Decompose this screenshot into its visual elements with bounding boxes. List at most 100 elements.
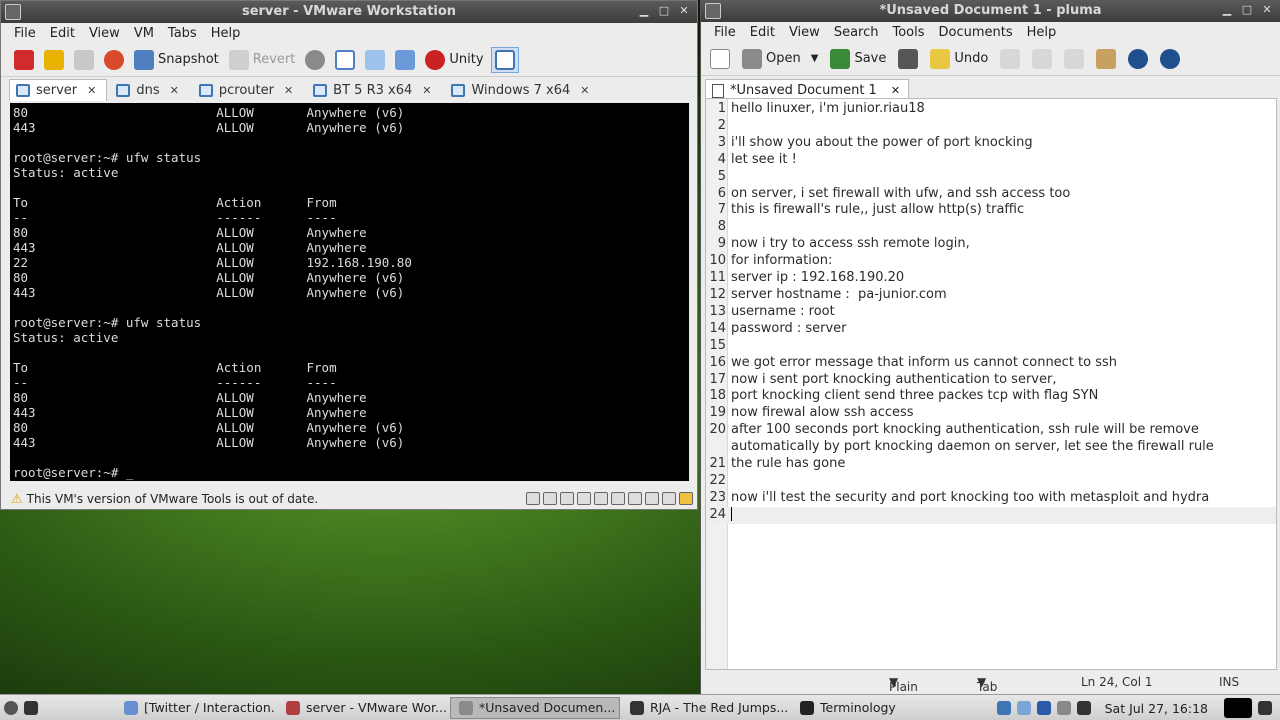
- menu-edit[interactable]: Edit: [743, 25, 782, 40]
- editor-line[interactable]: 2: [706, 118, 1276, 135]
- editor-line[interactable]: automatically by port knocking daemon on…: [706, 439, 1276, 456]
- tab-pcrouter[interactable]: pcrouter ✕: [192, 79, 304, 101]
- printer-icon[interactable]: [594, 492, 608, 505]
- taskbar-item[interactable]: RJA - The Red Jumps...: [622, 697, 790, 719]
- close-icon[interactable]: ✕: [87, 84, 96, 97]
- undo-button[interactable]: Undo: [927, 46, 991, 72]
- menu-file[interactable]: File: [7, 26, 43, 41]
- menu-edit[interactable]: Edit: [43, 26, 82, 41]
- network-icon[interactable]: [996, 701, 1011, 715]
- editor-line[interactable]: 14 password : server: [706, 321, 1276, 338]
- menu-view[interactable]: View: [82, 26, 127, 41]
- quick-switch-button[interactable]: [362, 47, 388, 73]
- tab-bt5[interactable]: BT 5 R3 x64 ✕: [306, 79, 442, 101]
- editor-line[interactable]: 9 now i try to access ssh remote login,: [706, 236, 1276, 253]
- close-icon[interactable]: ✕: [422, 84, 431, 97]
- editor-line[interactable]: 24: [706, 506, 1276, 524]
- language-selector[interactable]: Plain Text ▼: [889, 675, 918, 708]
- tab-dns[interactable]: dns ✕: [109, 79, 189, 101]
- minimize-icon[interactable]: ▁: [637, 4, 651, 18]
- cut-button[interactable]: [1029, 46, 1055, 72]
- editor-line[interactable]: 12 server hostname : pa-junior.com: [706, 287, 1276, 304]
- weather-icon[interactable]: [1016, 701, 1031, 715]
- power-on-button[interactable]: [71, 47, 97, 73]
- editor-line[interactable]: 4 let see it !: [706, 152, 1276, 169]
- editor-line[interactable]: 7 this is firewall's rule,, just allow ht…: [706, 202, 1276, 219]
- editor-line[interactable]: 10 for information:: [706, 253, 1276, 270]
- menu-view[interactable]: View: [782, 25, 827, 40]
- revert-button[interactable]: Revert: [226, 47, 299, 73]
- editor-line[interactable]: 3 i'll show you about the power of port k…: [706, 135, 1276, 152]
- editor-line[interactable]: 6 on server, i set firewall with ufw, and…: [706, 186, 1276, 203]
- save-button[interactable]: Save: [827, 46, 889, 72]
- editor-line[interactable]: 8: [706, 219, 1276, 236]
- menu-tabs[interactable]: Tabs: [161, 26, 204, 41]
- close-icon[interactable]: ✕: [170, 84, 179, 97]
- menu-file[interactable]: File: [707, 25, 743, 40]
- menu-documents[interactable]: Documents: [932, 25, 1020, 40]
- network-icon[interactable]: [526, 492, 540, 505]
- close-icon[interactable]: ✕: [284, 84, 293, 97]
- vm-settings-icon[interactable]: [662, 492, 676, 505]
- editor-line[interactable]: 19 now firewal alow ssh access: [706, 405, 1276, 422]
- workspace-switcher[interactable]: [1224, 698, 1252, 718]
- power-icon[interactable]: [1056, 701, 1071, 715]
- tab-windows7[interactable]: Windows 7 x64 ✕: [444, 79, 600, 101]
- display-icon[interactable]: [628, 492, 642, 505]
- menu-tools[interactable]: Tools: [885, 25, 931, 40]
- fullscreen-button[interactable]: [392, 47, 418, 73]
- suspend-button[interactable]: [41, 47, 67, 73]
- editor-line[interactable]: 17 now i sent port knocking authenticatio…: [706, 372, 1276, 389]
- editor-line[interactable]: 22: [706, 473, 1276, 490]
- editor-line[interactable]: 16 we got error message that inform us ca…: [706, 355, 1276, 372]
- close-icon[interactable]: ✕: [677, 4, 691, 18]
- taskbar-item[interactable]: *Unsaved Documen...: [450, 696, 620, 719]
- editor-line[interactable]: 5: [706, 169, 1276, 186]
- harddisk-icon[interactable]: [645, 492, 659, 505]
- power-off-button[interactable]: [11, 47, 37, 73]
- snapshot-button[interactable]: Snapshot: [131, 47, 222, 73]
- pluma-titlebar[interactable]: *Unsaved Document 1 - pluma ▁ □ ✕: [701, 0, 1280, 22]
- taskbar-item[interactable]: Terminology: [792, 697, 902, 719]
- editor-line[interactable]: 21 the rule has gone: [706, 456, 1276, 473]
- vm-console[interactable]: 80 ALLOW Anywhere (v6) 443 ALLOW Anywhere…: [10, 103, 689, 481]
- bluetooth-icon[interactable]: [1036, 701, 1051, 715]
- taskbar-item[interactable]: [Twitter / Interaction...: [116, 697, 276, 719]
- editor-line[interactable]: 13 username : root: [706, 304, 1276, 321]
- redo-button[interactable]: [997, 46, 1023, 72]
- menu-launcher[interactable]: [0, 697, 42, 719]
- sidebar-toggle-button[interactable]: [332, 47, 358, 73]
- new-button[interactable]: [707, 46, 733, 72]
- paste-button[interactable]: [1093, 46, 1119, 72]
- trash-icon[interactable]: [1258, 701, 1272, 715]
- taskbar-item[interactable]: server - VMware Wor...: [278, 697, 448, 719]
- open-button[interactable]: Open ▼: [739, 46, 821, 72]
- message-icon[interactable]: [679, 492, 693, 505]
- sound-icon[interactable]: [611, 492, 625, 505]
- menu-vm[interactable]: VM: [127, 26, 161, 41]
- text-editor[interactable]: 1 hello linuxer, i'm junior.riau18 2 3 i'll …: [705, 98, 1277, 670]
- snapshot-manager-button[interactable]: [302, 47, 328, 73]
- close-icon[interactable]: ✕: [580, 84, 589, 97]
- editor-line[interactable]: 15: [706, 338, 1276, 355]
- floppy-icon[interactable]: [560, 492, 574, 505]
- tab-width-selector[interactable]: Tab Width: 4 ▼: [977, 675, 1016, 720]
- cdrom-icon[interactable]: [543, 492, 557, 505]
- find-replace-button[interactable]: [1157, 46, 1183, 72]
- chevron-down-icon[interactable]: ▼: [811, 53, 819, 64]
- unity-button[interactable]: Unity: [422, 47, 486, 73]
- clock[interactable]: Sat Jul 27, 16:18: [1105, 701, 1208, 716]
- tab-server[interactable]: server ✕: [9, 79, 108, 101]
- find-button[interactable]: [1125, 46, 1151, 72]
- maximize-icon[interactable]: □: [657, 4, 671, 18]
- menu-help[interactable]: Help: [1020, 25, 1064, 40]
- editor-line[interactable]: 18 port knocking client send three packes…: [706, 388, 1276, 405]
- editor-line[interactable]: 1 hello linuxer, i'm junior.riau18: [706, 101, 1276, 118]
- maximize-icon[interactable]: □: [1240, 3, 1254, 17]
- minimize-icon[interactable]: ▁: [1220, 3, 1234, 17]
- reset-button[interactable]: [101, 47, 127, 73]
- editor-line[interactable]: 11 server ip : 192.168.190.20: [706, 270, 1276, 287]
- vmware-titlebar[interactable]: server - VMware Workstation ▁ □ ✕: [1, 1, 697, 23]
- close-icon[interactable]: ✕: [1260, 3, 1274, 17]
- editor-line[interactable]: 23 now i'll test the security and port kn…: [706, 490, 1276, 507]
